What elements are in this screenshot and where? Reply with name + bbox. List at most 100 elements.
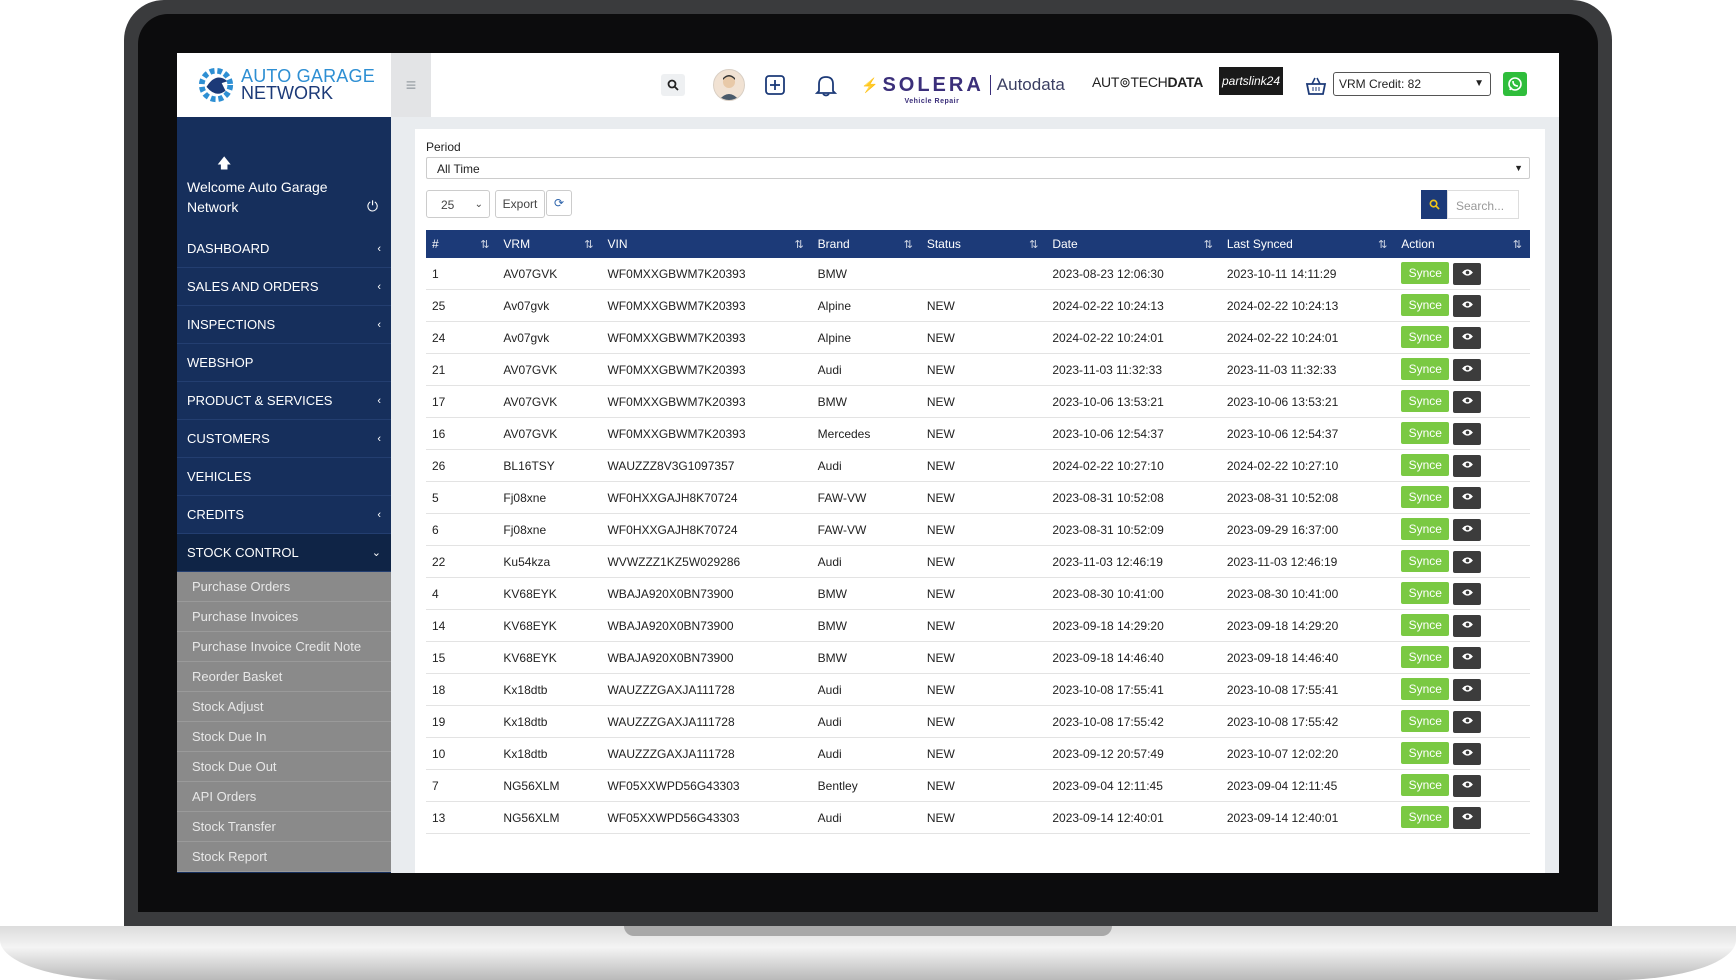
eye-view-icon[interactable]: [1453, 775, 1482, 797]
column-header-brand[interactable]: Brand ⇅: [811, 230, 921, 258]
eye-view-icon[interactable]: [1453, 583, 1482, 605]
sidebar-item-inspections[interactable]: INSPECTIONS ‹: [177, 306, 391, 344]
autotechdata-logo[interactable]: AUT⊚TECHDATA: [1092, 74, 1203, 91]
sort-icon[interactable]: ⇅: [794, 238, 803, 251]
eye-view-icon[interactable]: [1453, 551, 1482, 573]
period-select[interactable]: All Time ▼: [426, 157, 1530, 179]
eye-view-icon[interactable]: [1453, 711, 1482, 733]
eye-view-icon[interactable]: [1453, 423, 1482, 445]
column-header-vrm[interactable]: VRM ⇅: [497, 230, 602, 258]
period-label: Period: [426, 140, 461, 154]
sidebar-item-customers[interactable]: CUSTOMERS ‹: [177, 420, 391, 458]
submenu-item-stock-due-out[interactable]: Stock Due Out: [177, 752, 391, 782]
submenu-item-stock-due-in[interactable]: Stock Due In: [177, 722, 391, 752]
eye-view-icon[interactable]: [1453, 519, 1482, 541]
synce-button[interactable]: Synce: [1401, 262, 1450, 284]
submenu-item-stock-report[interactable]: Stock Report: [177, 842, 391, 872]
vrm-credit-select[interactable]: VRM Credit: 82 ▼: [1333, 72, 1491, 96]
column-header-status[interactable]: Status ⇅: [920, 230, 1047, 258]
column-header-label: Brand: [817, 237, 850, 251]
eye-view-icon[interactable]: [1453, 743, 1482, 765]
whatsapp-icon[interactable]: [1503, 72, 1527, 96]
partslink-logo[interactable]: partslink24: [1219, 67, 1283, 95]
sidebar-item-dashboard[interactable]: DASHBOARD ‹: [177, 230, 391, 268]
column-header-action[interactable]: Action ⇅: [1395, 230, 1530, 258]
synce-button[interactable]: Synce: [1401, 390, 1450, 412]
row-last-synced: 2023-09-18 14:46:40: [1220, 641, 1396, 674]
column-header-vin[interactable]: VIN ⇅: [601, 230, 812, 258]
sidebar-item-vehicles[interactable]: VEHICLES: [177, 458, 391, 496]
sidebar-item-credits[interactable]: CREDITS ‹: [177, 496, 391, 534]
app-logo[interactable]: AUTO GARAGE NETWORK: [177, 53, 391, 117]
synce-button[interactable]: Synce: [1401, 422, 1450, 444]
basket-icon[interactable]: [1303, 73, 1329, 99]
eye-view-icon[interactable]: [1453, 391, 1482, 413]
search-icon[interactable]: [661, 74, 685, 96]
submenu-item-purchase-invoice-credit-note[interactable]: Purchase Invoice Credit Note: [177, 632, 391, 662]
synce-button[interactable]: Synce: [1401, 710, 1450, 732]
eye-view-icon[interactable]: [1453, 807, 1482, 829]
sidebar-item-product-services[interactable]: PRODUCT & SERVICES ‹: [177, 382, 391, 420]
power-logout-icon[interactable]: ⏻: [367, 198, 378, 215]
eye-view-icon[interactable]: [1453, 455, 1482, 477]
row-vrm: NG56XLM: [497, 801, 602, 834]
hamburger-menu-icon[interactable]: ≡: [391, 53, 431, 117]
eye-view-icon[interactable]: [1453, 295, 1482, 317]
eye-view-icon[interactable]: [1453, 263, 1482, 285]
search-input[interactable]: Search...: [1447, 190, 1519, 219]
sort-icon[interactable]: ⇅: [1029, 238, 1038, 251]
page-length-select[interactable]: 25 ⌄: [426, 190, 490, 218]
synce-button[interactable]: Synce: [1401, 678, 1450, 700]
submenu-item-api-orders[interactable]: API Orders: [177, 782, 391, 812]
synce-button[interactable]: Synce: [1401, 550, 1450, 572]
synce-button[interactable]: Synce: [1401, 358, 1450, 380]
sort-icon[interactable]: ⇅: [904, 238, 913, 251]
column-header-#[interactable]: # ⇅: [426, 230, 498, 258]
synce-button[interactable]: Synce: [1401, 518, 1450, 540]
synce-button[interactable]: Synce: [1401, 806, 1450, 828]
sidebar-item-webshop[interactable]: WEBSHOP: [177, 344, 391, 382]
sort-icon[interactable]: ⇅: [1204, 238, 1213, 251]
eye-view-icon[interactable]: [1453, 679, 1482, 701]
export-button[interactable]: Export: [495, 190, 545, 218]
row-date: 2023-10-08 17:55:42: [1046, 705, 1221, 738]
sort-icon[interactable]: ⇅: [480, 238, 489, 251]
column-header-date[interactable]: Date ⇅: [1046, 230, 1221, 258]
sort-icon[interactable]: ⇅: [584, 238, 593, 251]
row-status: NEW: [920, 545, 1047, 578]
sidebar-item-sales-and-orders[interactable]: SALES AND ORDERS ‹: [177, 268, 391, 306]
submenu-item-purchase-orders[interactable]: Purchase Orders: [177, 572, 391, 602]
column-header-last-synced[interactable]: Last Synced ⇅: [1220, 230, 1396, 258]
row-id: 19: [426, 705, 498, 738]
solera-autodata-logo[interactable]: ⚡ SOLERA Vehicle Repair Autodata: [861, 65, 1065, 105]
submenu-item-reorder-basket[interactable]: Reorder Basket: [177, 662, 391, 692]
synce-button[interactable]: Synce: [1401, 486, 1450, 508]
sort-icon[interactable]: ⇅: [1513, 238, 1522, 251]
refresh-icon[interactable]: ⟳: [546, 190, 572, 216]
synce-button[interactable]: Synce: [1401, 742, 1450, 764]
synce-button[interactable]: Synce: [1401, 646, 1450, 668]
sidebar-item-stock-control[interactable]: STOCK CONTROL ⌄: [177, 534, 391, 572]
synce-button[interactable]: Synce: [1401, 454, 1450, 476]
eye-view-icon[interactable]: [1453, 359, 1482, 381]
synce-button[interactable]: Synce: [1401, 774, 1450, 796]
arrow-up-icon[interactable]: 🡅: [217, 153, 231, 177]
submenu-item-purchase-invoices[interactable]: Purchase Invoices: [177, 602, 391, 632]
eye-view-icon[interactable]: [1453, 647, 1482, 669]
synce-button[interactable]: Synce: [1401, 294, 1450, 316]
synce-button[interactable]: Synce: [1401, 582, 1450, 604]
eye-view-icon[interactable]: [1453, 487, 1482, 509]
row-actions: Synce: [1395, 481, 1530, 514]
submenu-item-stock-adjust[interactable]: Stock Adjust: [177, 692, 391, 722]
row-vrm: AV07GVK: [497, 353, 602, 386]
eye-view-icon[interactable]: [1453, 327, 1482, 349]
add-icon[interactable]: [762, 72, 788, 98]
synce-button[interactable]: Synce: [1401, 326, 1450, 348]
notification-bell-icon[interactable]: [813, 71, 839, 99]
user-avatar[interactable]: [713, 69, 745, 101]
search-icon[interactable]: [1421, 190, 1447, 219]
sort-icon[interactable]: ⇅: [1378, 238, 1387, 251]
synce-button[interactable]: Synce: [1401, 614, 1450, 636]
submenu-item-stock-transfer[interactable]: Stock Transfer: [177, 812, 391, 842]
eye-view-icon[interactable]: [1453, 615, 1482, 637]
